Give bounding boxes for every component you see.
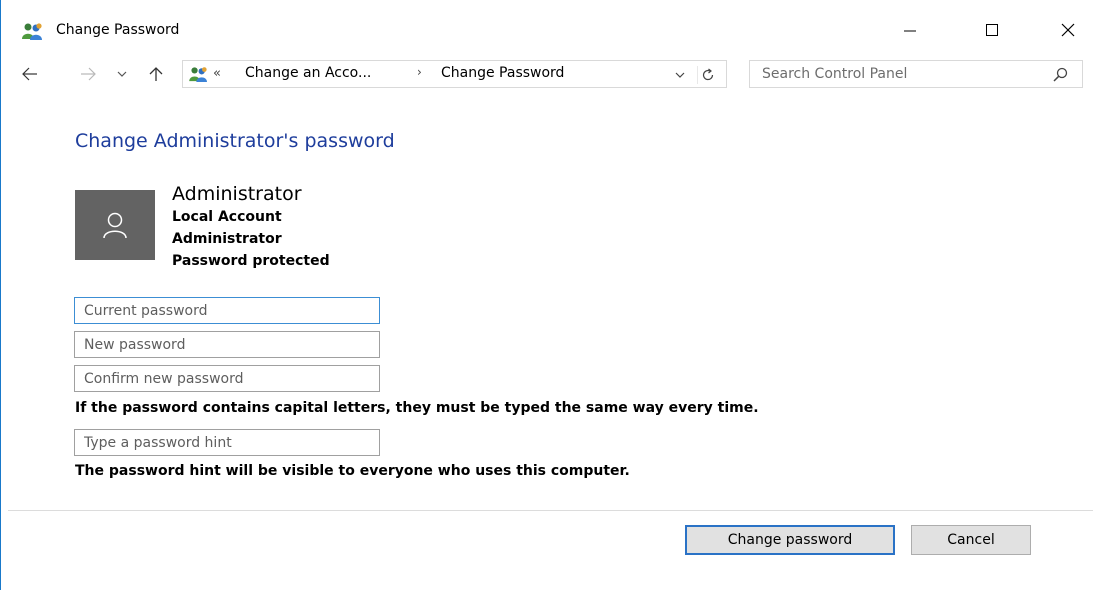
search-icon[interactable] xyxy=(1052,66,1070,84)
navigation-bar: « Change an Acco... › Change Password xyxy=(0,56,1093,92)
capitals-note: If the password contains capital letters… xyxy=(75,400,759,416)
refresh-icon[interactable] xyxy=(697,66,718,84)
confirm-password-field[interactable] xyxy=(74,365,380,392)
account-type: Local Account xyxy=(172,209,282,225)
breadcrumb-change-account[interactable]: Change an Acco... xyxy=(245,65,371,81)
cancel-button[interactable]: Cancel xyxy=(911,525,1031,555)
users-icon xyxy=(189,66,209,82)
account-name: Administrator xyxy=(172,183,302,205)
change-password-window: Change Password « Change an Acco... › Ch… xyxy=(0,0,1093,590)
back-arrow-icon[interactable] xyxy=(20,64,40,84)
address-bar[interactable]: « Change an Acco... › Change Password xyxy=(182,60,727,88)
user-icon xyxy=(103,212,127,239)
close-icon xyxy=(1061,23,1075,37)
window-title: Change Password xyxy=(56,22,180,38)
maximize-icon xyxy=(986,24,998,36)
title-bar: Change Password xyxy=(0,0,1093,60)
current-password-field[interactable] xyxy=(74,297,380,324)
page-title: Change Administrator's password xyxy=(75,130,395,152)
avatar xyxy=(75,190,155,260)
hint-visibility-note: The password hint will be visible to eve… xyxy=(75,463,630,479)
change-password-button[interactable]: Change password xyxy=(685,525,895,555)
minimize-button[interactable] xyxy=(885,10,935,50)
breadcrumb-separator[interactable]: › xyxy=(417,65,422,79)
maximize-button[interactable] xyxy=(967,10,1017,50)
up-arrow-icon[interactable] xyxy=(146,64,166,84)
recent-locations-chevron-icon[interactable] xyxy=(112,64,132,84)
address-dropdown-icon[interactable] xyxy=(671,67,689,83)
close-button[interactable] xyxy=(1043,10,1093,50)
search-box[interactable] xyxy=(749,60,1083,88)
account-role: Administrator xyxy=(172,231,282,247)
password-hint-field[interactable] xyxy=(74,429,380,456)
account-protection-status: Password protected xyxy=(172,253,330,269)
forward-arrow-icon[interactable] xyxy=(78,64,98,84)
minimize-icon xyxy=(904,30,916,32)
search-input[interactable] xyxy=(762,64,1032,84)
breadcrumb-change-password[interactable]: Change Password xyxy=(441,65,564,81)
breadcrumb-overflow[interactable]: « xyxy=(213,66,221,81)
new-password-field[interactable] xyxy=(74,331,380,358)
users-icon xyxy=(22,22,44,40)
footer-divider xyxy=(8,510,1093,511)
